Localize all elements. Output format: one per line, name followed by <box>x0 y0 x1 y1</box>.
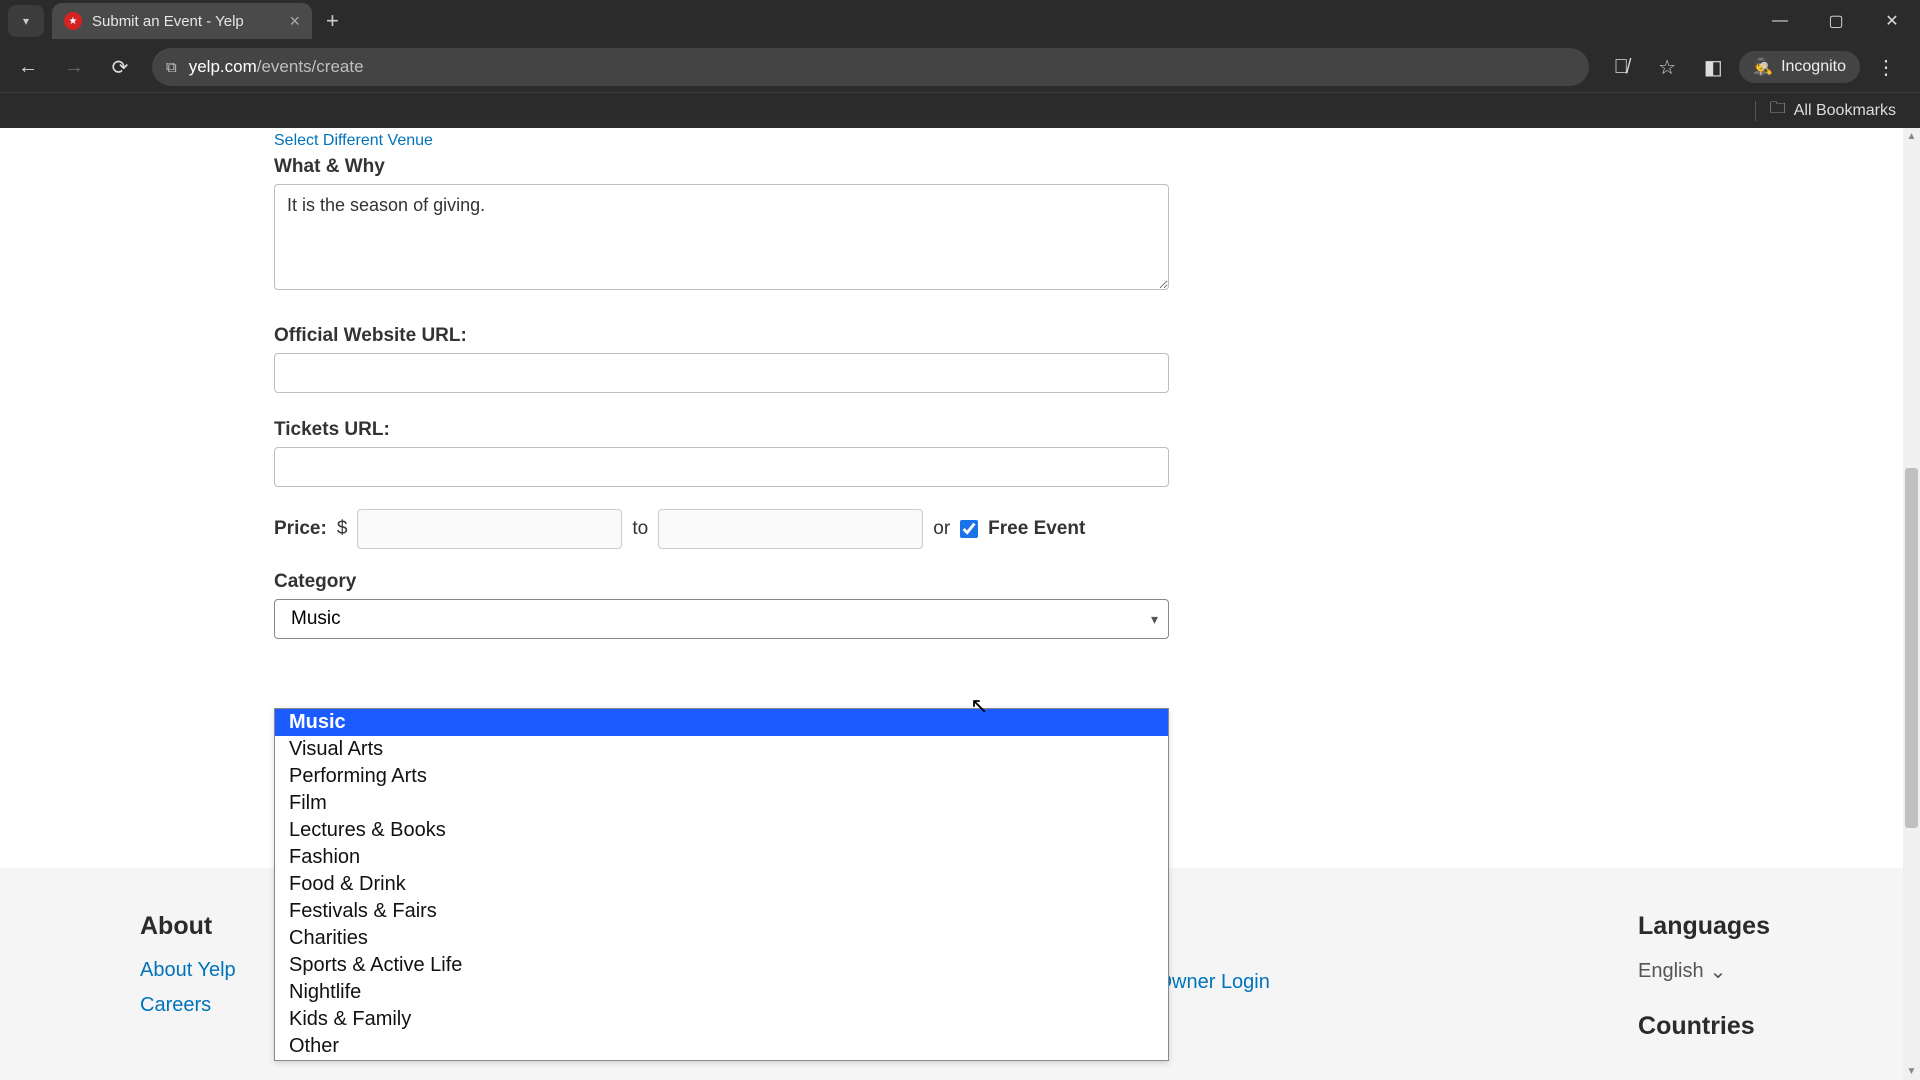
new-tab-button[interactable]: + <box>326 8 339 34</box>
category-option-nightlife[interactable]: Nightlife <box>275 979 1168 1006</box>
bookmarks-separator <box>1755 101 1756 121</box>
incognito-label: Incognito <box>1781 58 1846 76</box>
category-dropdown[interactable]: Music Visual Arts Performing Arts Film L… <box>274 708 1169 1061</box>
close-tab-icon[interactable]: × <box>289 11 300 32</box>
footer-countries-heading: Countries <box>1638 1012 1770 1041</box>
tickets-url-label: Tickets URL: <box>274 419 1174 441</box>
category-selected-value: Music <box>291 608 341 630</box>
price-or-label: or <box>933 518 950 540</box>
url-domain: yelp.com <box>189 57 257 77</box>
chevron-down-icon: ▾ <box>1151 611 1158 628</box>
price-to-label: to <box>632 518 648 540</box>
category-option-charities[interactable]: Charities <box>275 925 1168 952</box>
reload-button[interactable]: ⟳ <box>100 47 140 87</box>
tickets-url-input[interactable] <box>274 447 1169 487</box>
language-selected: English <box>1638 960 1704 983</box>
price-label: Price: <box>274 518 327 540</box>
vertical-scrollbar[interactable]: ▲ ▼ <box>1903 128 1920 1080</box>
website-url-input[interactable] <box>274 353 1169 393</box>
price-row: Price: $ to or Free Event <box>274 509 1174 549</box>
what-why-textarea[interactable]: It is the season of giving. <box>274 184 1169 290</box>
bookmarks-bar: 🗀 All Bookmarks <box>0 92 1920 128</box>
category-option-kids-family[interactable]: Kids & Family <box>275 1006 1168 1033</box>
price-to-input[interactable] <box>658 509 923 549</box>
category-option-visual-arts[interactable]: Visual Arts <box>275 736 1168 763</box>
dollar-sign: $ <box>337 518 348 540</box>
back-button[interactable]: ← <box>8 47 48 87</box>
site-info-icon[interactable]: ⧉ <box>166 59 177 76</box>
close-window-button[interactable]: ✕ <box>1864 0 1920 42</box>
footer-link-about-yelp[interactable]: About Yelp <box>140 959 236 982</box>
browser-chrome: ▾ Submit an Event - Yelp × + — ▢ ✕ ← → ⟳… <box>0 0 1920 128</box>
category-option-fashion[interactable]: Fashion <box>275 844 1168 871</box>
website-url-label: Official Website URL: <box>274 325 1174 347</box>
all-bookmarks-label: All Bookmarks <box>1794 102 1896 120</box>
free-event-checkbox[interactable] <box>960 520 978 538</box>
category-label: Category <box>274 571 1174 593</box>
url-box[interactable]: ⧉ yelp.com/events/create <box>152 48 1589 86</box>
category-option-music[interactable]: Music <box>275 709 1168 736</box>
footer-about-heading: About <box>140 912 236 941</box>
window-controls: — ▢ ✕ <box>1752 0 1920 42</box>
category-option-film[interactable]: Film <box>275 790 1168 817</box>
folder-icon: 🗀 <box>1770 97 1786 124</box>
kebab-menu-icon[interactable]: ⋮ <box>1866 47 1906 87</box>
footer-col-languages: Languages English ⌄ Countries <box>1638 912 1770 1059</box>
incognito-indicator[interactable]: 🕵 Incognito <box>1739 51 1860 83</box>
free-event-label: Free Event <box>988 518 1085 540</box>
category-option-sports-active-life[interactable]: Sports & Active Life <box>275 952 1168 979</box>
category-option-performing-arts[interactable]: Performing Arts <box>275 763 1168 790</box>
scroll-up-button[interactable]: ▲ <box>1903 128 1920 145</box>
page-viewport: About About Yelp Careers . Collections .… <box>0 128 1920 1080</box>
category-select[interactable]: Music ▾ <box>274 599 1169 639</box>
browser-tab[interactable]: Submit an Event - Yelp × <box>52 3 312 39</box>
tracking-icon[interactable]: 👁̸ <box>1601 47 1641 87</box>
category-option-lectures-books[interactable]: Lectures & Books <box>275 817 1168 844</box>
bookmark-star-icon[interactable]: ☆ <box>1647 47 1687 87</box>
incognito-icon: 🕵 <box>1753 57 1773 77</box>
tab-bar: ▾ Submit an Event - Yelp × + — ▢ ✕ <box>0 0 1920 42</box>
address-bar: ← → ⟳ ⧉ yelp.com/events/create 👁̸ ☆ ◧ 🕵 … <box>0 42 1920 92</box>
category-option-festivals-fairs[interactable]: Festivals & Fairs <box>275 898 1168 925</box>
select-different-venue-link[interactable]: Select Different Venue <box>274 132 1174 150</box>
minimize-button[interactable]: — <box>1752 0 1808 42</box>
maximize-button[interactable]: ▢ <box>1808 0 1864 42</box>
forward-button[interactable]: → <box>54 47 94 87</box>
all-bookmarks-button[interactable]: 🗀 All Bookmarks <box>1770 97 1896 124</box>
event-form: Select Different Venue What & Why It is … <box>274 132 1174 639</box>
footer-col-about: About About Yelp Careers <box>140 912 236 1059</box>
scrollbar-thumb[interactable] <box>1905 468 1918 828</box>
yelp-favicon-icon <box>64 12 82 30</box>
footer-link-careers[interactable]: Careers <box>140 994 236 1017</box>
url-path: /events/create <box>257 57 364 77</box>
what-why-label: What & Why <box>274 156 1174 178</box>
tab-search-button[interactable]: ▾ <box>8 5 44 37</box>
scroll-down-button[interactable]: ▼ <box>1903 1063 1920 1080</box>
chevron-down-icon: ⌄ <box>1710 959 1727 984</box>
footer-languages-heading: Languages <box>1638 912 1770 941</box>
sidepanel-icon[interactable]: ◧ <box>1693 47 1733 87</box>
category-option-food-drink[interactable]: Food & Drink <box>275 871 1168 898</box>
price-from-input[interactable] <box>357 509 622 549</box>
category-option-other[interactable]: Other <box>275 1033 1168 1060</box>
tab-title: Submit an Event - Yelp <box>92 13 279 30</box>
language-selector[interactable]: English ⌄ <box>1638 959 1770 984</box>
